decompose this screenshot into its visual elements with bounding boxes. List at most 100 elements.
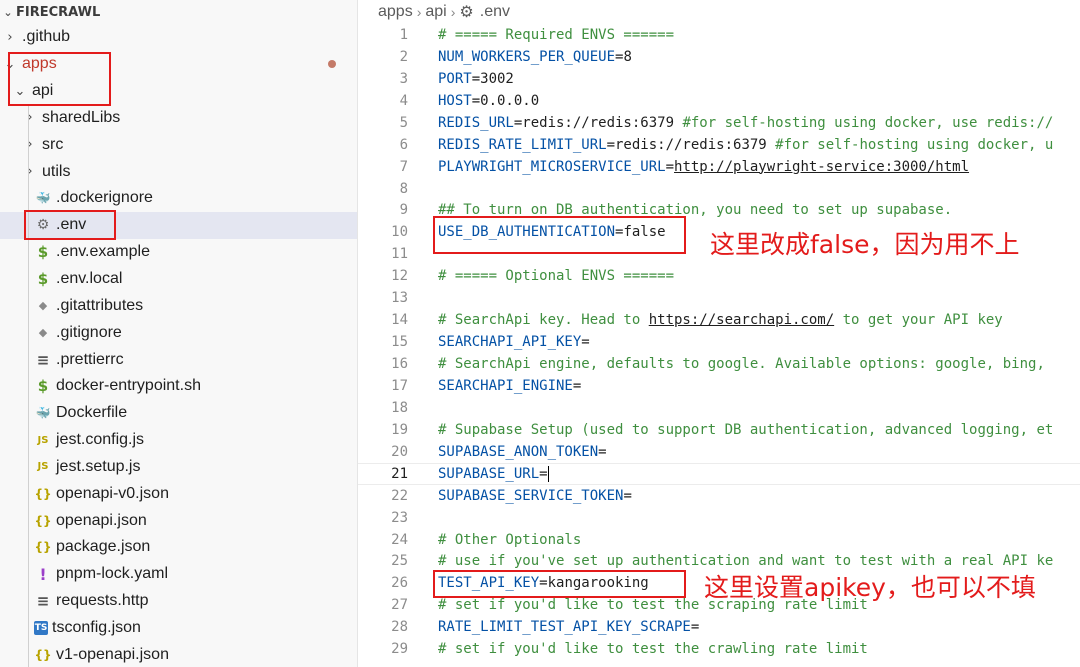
tree-item-label: jest.config.js bbox=[56, 431, 145, 449]
code-line[interactable]: 2 NUM_WORKERS_PER_QUEUE=8 bbox=[358, 46, 1080, 68]
code-line[interactable]: 19 # Supabase Setup (used to support DB a… bbox=[358, 419, 1080, 441]
line-number: 27 bbox=[391, 597, 408, 614]
code-line[interactable]: 22 SUPABASE_SERVICE_TOKEN= bbox=[358, 485, 1080, 507]
indent-guide bbox=[28, 534, 29, 561]
code-line[interactable]: 6 REDIS_RATE_LIMIT_URL=redis://redis:6379… bbox=[358, 134, 1080, 156]
breadcrumb: apps › api › ⚙ .env bbox=[378, 0, 510, 24]
code-line[interactable]: 17 SEARCHAPI_ENGINE= bbox=[358, 375, 1080, 397]
tree-item[interactable]: ≡ requests.http bbox=[0, 587, 357, 615]
dollar-icon: $ bbox=[37, 377, 49, 396]
line-number: 2 bbox=[399, 48, 408, 65]
js-icon: JS bbox=[37, 434, 49, 446]
line-number: 1 bbox=[399, 26, 408, 43]
docker-icon: 🐳 bbox=[35, 406, 51, 421]
tree-item[interactable]: ! pnpm-lock.yaml bbox=[0, 560, 357, 588]
code-line[interactable]: 1 # ===== Required ENVS ====== bbox=[358, 24, 1080, 46]
tree-item[interactable]: › utils bbox=[0, 158, 357, 186]
braces-icon: {} bbox=[34, 486, 52, 501]
code-line[interactable]: 23 bbox=[358, 507, 1080, 529]
tree-item[interactable]: $ .env.local bbox=[0, 265, 357, 293]
breadcrumb-api[interactable]: api bbox=[425, 3, 446, 21]
code-line[interactable]: 12 # ===== Optional ENVS ====== bbox=[358, 265, 1080, 287]
git-icon: ◆ bbox=[38, 326, 48, 340]
tree-item[interactable]: ≡ .prettierrc bbox=[0, 346, 357, 373]
code-line[interactable]: 5 REDIS_URL=redis://redis:6379 #for self-… bbox=[358, 112, 1080, 134]
indent-guide bbox=[28, 641, 29, 667]
code-line[interactable]: 24 # Other Optionals bbox=[358, 529, 1080, 551]
code-line[interactable]: 16 # SearchApi engine, defaults to google… bbox=[358, 353, 1080, 375]
indent-guide bbox=[28, 399, 29, 427]
indent-guide bbox=[28, 265, 29, 293]
line-text: # Other Optionals bbox=[438, 531, 582, 548]
line-text: SUPABASE_ANON_TOKEN= bbox=[438, 443, 607, 460]
breadcrumb-apps[interactable]: apps bbox=[378, 3, 413, 21]
line-text: SEARCHAPI_API_KEY= bbox=[438, 334, 590, 351]
indent-guide bbox=[28, 104, 29, 132]
chevron-right-icon[interactable]: › bbox=[22, 110, 38, 125]
tree-item[interactable]: › .github bbox=[0, 24, 357, 51]
chevron-down-icon: ⌄ bbox=[3, 5, 13, 19]
line-number: 11 bbox=[391, 246, 408, 263]
docker-icon: 🐳 bbox=[35, 191, 51, 206]
code-line[interactable]: 21 SUPABASE_URL= bbox=[358, 462, 1080, 485]
ts-icon: TS bbox=[34, 620, 48, 635]
gear-icon: ⚙ bbox=[459, 4, 474, 21]
tree-item[interactable]: 🐳 Dockerfile bbox=[0, 399, 357, 427]
line-text: PLAYWRIGHT_MICROSERVICE_URL=http://playw… bbox=[438, 158, 970, 175]
tree-item[interactable]: 🐳 .dockerignore bbox=[0, 185, 357, 212]
tree-item-label: .gitignore bbox=[56, 323, 122, 341]
line-number: 4 bbox=[399, 92, 408, 109]
code-line[interactable]: 13 bbox=[358, 287, 1080, 309]
tree-item-label: jest.setup.js bbox=[56, 457, 141, 475]
use-db-auth-highlight-box bbox=[433, 216, 686, 254]
explorer-header[interactable]: ⌄ FIRECRAWL bbox=[0, 0, 357, 24]
line-number: 10 bbox=[391, 224, 408, 241]
tree-item-label: pnpm-lock.yaml bbox=[56, 565, 169, 583]
tree-item[interactable]: {} openapi.json bbox=[0, 507, 357, 535]
code-line[interactable]: 29 # set if you'd like to test the crawli… bbox=[358, 638, 1080, 660]
line-number: 13 bbox=[391, 290, 408, 307]
tree-item-label: .env.local bbox=[56, 270, 123, 288]
code-line[interactable]: 14 # SearchApi key. Head to https://searc… bbox=[358, 309, 1080, 331]
tree-item[interactable]: › src bbox=[0, 131, 357, 159]
tree-item[interactable]: JS jest.setup.js bbox=[0, 453, 357, 481]
code-line[interactable]: 8 bbox=[358, 178, 1080, 200]
dollar-icon: $ bbox=[37, 270, 49, 289]
indent-guide bbox=[28, 158, 29, 186]
tree-item[interactable]: JS jest.config.js bbox=[0, 426, 357, 454]
exclamation-icon: ! bbox=[39, 564, 47, 584]
tree-item[interactable]: {} v1-openapi.json bbox=[0, 641, 357, 667]
tree-item[interactable]: $ .env.example bbox=[0, 238, 357, 266]
line-number: 19 bbox=[391, 421, 408, 438]
code-line[interactable]: 18 bbox=[358, 397, 1080, 419]
indent-guide bbox=[28, 238, 29, 266]
indent-guide bbox=[28, 480, 29, 508]
code-line[interactable]: 15 SEARCHAPI_API_KEY= bbox=[358, 331, 1080, 353]
code-line[interactable]: 7 PLAYWRIGHT_MICROSERVICE_URL=http://play… bbox=[358, 156, 1080, 178]
chevron-right-icon[interactable]: › bbox=[2, 30, 18, 45]
tree-item[interactable]: {} package.json bbox=[0, 534, 357, 561]
line-text: REDIS_URL=redis://redis:6379 #for self-h… bbox=[438, 114, 1054, 131]
code-line[interactable]: 20 SUPABASE_ANON_TOKEN= bbox=[358, 441, 1080, 463]
line-number: 18 bbox=[391, 399, 408, 416]
tree-item[interactable]: TS tsconfig.json bbox=[0, 614, 357, 642]
tree-item[interactable]: ◆ .gitattributes bbox=[0, 292, 357, 320]
line-number: 29 bbox=[391, 641, 408, 658]
chevron-right-icon[interactable]: › bbox=[22, 137, 38, 152]
indent-guide bbox=[28, 614, 29, 642]
code-line[interactable]: 4 HOST=0.0.0.0 bbox=[358, 90, 1080, 112]
breadcrumb-env[interactable]: .env bbox=[480, 3, 510, 21]
tree-item[interactable]: ◆ .gitignore bbox=[0, 319, 357, 347]
tree-item[interactable]: $ docker-entrypoint.sh bbox=[0, 372, 357, 400]
tree-item-label: .prettierrc bbox=[56, 350, 124, 368]
code-line[interactable]: 3 PORT=3002 bbox=[358, 68, 1080, 90]
indent-guide bbox=[28, 453, 29, 481]
line-text: PORT=3002 bbox=[438, 70, 514, 87]
chevron-right-icon[interactable]: › bbox=[22, 164, 38, 179]
line-number: 25 bbox=[391, 553, 408, 570]
tree-item[interactable]: {} openapi-v0.json bbox=[0, 480, 357, 508]
code-line[interactable]: 28 RATE_LIMIT_TEST_API_KEY_SCRAPE= bbox=[358, 616, 1080, 638]
tree-item[interactable]: › sharedLibs bbox=[0, 104, 357, 132]
line-number: 23 bbox=[391, 509, 408, 526]
code-editor[interactable]: apps › api › ⚙ .env 1 # ===== Required EN… bbox=[358, 0, 1080, 667]
